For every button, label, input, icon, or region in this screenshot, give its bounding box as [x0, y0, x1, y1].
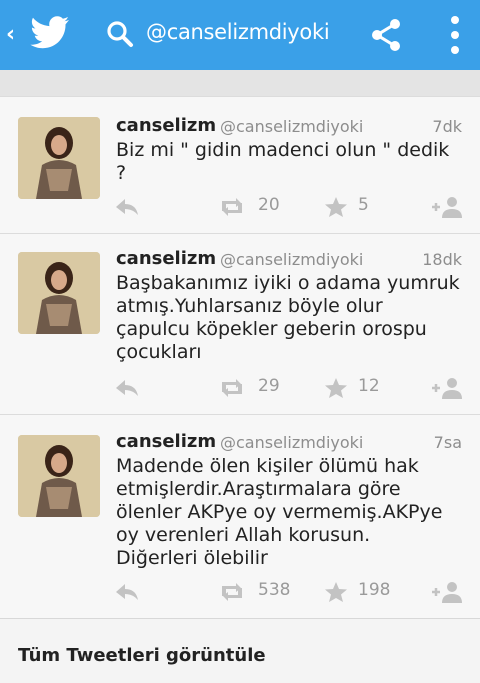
- tweet-text-line: çapulcu köpekler geberin orospu: [116, 318, 427, 340]
- view-all-tweets[interactable]: Tüm Tweetleri görüntüle: [0, 618, 480, 683]
- back-icon[interactable]: ‹: [6, 22, 15, 47]
- tweet-text-line: çocukları: [116, 341, 202, 363]
- tweet-item[interactable]: canselizm @canselizmdiyoki 7sa Madende ö…: [0, 414, 480, 618]
- author-name[interactable]: canselizm: [116, 115, 216, 136]
- tweet-text: Başbakanımız iyiki o adama yumruk atmış.…: [116, 272, 461, 364]
- author-username[interactable]: @canselizmdiyoki: [220, 250, 363, 269]
- more-icon[interactable]: [450, 14, 460, 56]
- avatar-image: [18, 252, 100, 334]
- retweet-count: 29: [258, 376, 280, 396]
- tweet-time: 7sa: [433, 433, 462, 452]
- avatar-image: [18, 435, 100, 517]
- follow-icon[interactable]: [430, 196, 464, 218]
- tweet-actions: 20 5: [0, 193, 480, 221]
- follow-icon[interactable]: [430, 581, 464, 603]
- retweet-icon[interactable]: [218, 582, 246, 602]
- tweet-actions: 538 198: [0, 578, 480, 606]
- tweet-text-line: oy verenleri Allah korusun.: [116, 524, 371, 546]
- tweet-text-line: Madende ölen kişiler ölümü hak: [116, 455, 419, 477]
- author-username[interactable]: @canselizmdiyoki: [220, 433, 363, 452]
- favorite-count: 198: [358, 580, 391, 600]
- tweet-text: Biz mi " gidin madenci olun " dedik ?: [116, 139, 461, 185]
- tweet-time: 18dk: [422, 250, 462, 269]
- top-gap: [0, 70, 480, 98]
- favorite-count: 5: [358, 195, 369, 215]
- tweet-text-line: Diğerleri ölebilir: [116, 547, 268, 569]
- tweet-text: Madende ölen kişiler ölümü hak etmişlerd…: [116, 455, 461, 570]
- tweet-text-line: Biz mi " gidin madenci olun " dedik: [116, 139, 450, 161]
- retweet-count: 20: [258, 195, 280, 215]
- tweet-text-line: atmış.Yuhlarsanız böyle olur: [116, 295, 383, 317]
- reply-icon[interactable]: [114, 378, 140, 398]
- tweet-item[interactable]: canselizm @canselizmdiyoki 7dk Biz mi " …: [0, 96, 480, 233]
- search-icon[interactable]: [106, 20, 134, 48]
- favorite-icon[interactable]: [324, 377, 348, 399]
- author-name[interactable]: canselizm: [116, 431, 216, 452]
- favorite-icon[interactable]: [324, 581, 348, 603]
- tweet-time: 7dk: [432, 117, 462, 136]
- view-all-tweets-label[interactable]: Tüm Tweetleri görüntüle: [18, 645, 266, 666]
- avatar[interactable]: [18, 435, 100, 517]
- author-username[interactable]: @canselizmdiyoki: [220, 117, 363, 136]
- twitter-bird-icon[interactable]: [30, 16, 70, 50]
- retweet-icon[interactable]: [218, 197, 246, 217]
- reply-icon[interactable]: [114, 197, 140, 217]
- share-icon[interactable]: [370, 18, 402, 52]
- favorite-count: 12: [358, 376, 380, 396]
- search-query[interactable]: @canselizmdiyoki: [146, 20, 330, 44]
- tweet-text-line: ?: [116, 162, 127, 184]
- tweet-item[interactable]: canselizm @canselizmdiyoki 18dk Başbakan…: [0, 233, 480, 414]
- follow-icon[interactable]: [430, 377, 464, 399]
- tweet-text-line: Başbakanımız iyiki o adama yumruk: [116, 272, 460, 294]
- reply-icon[interactable]: [114, 582, 140, 602]
- favorite-icon[interactable]: [324, 196, 348, 218]
- tweet-text-line: ölenler AKPye oy vermemiş.AKPye: [116, 501, 443, 523]
- author-name[interactable]: canselizm: [116, 248, 216, 269]
- avatar[interactable]: [18, 252, 100, 334]
- tweet-text-line: etmişlerdir.Araştırmalara göre: [116, 478, 401, 500]
- tweet-list: canselizm @canselizmdiyoki 7dk Biz mi " …: [0, 96, 480, 683]
- avatar-image: [18, 117, 100, 199]
- avatar[interactable]: [18, 117, 100, 199]
- tweet-actions: 29 12: [0, 374, 480, 402]
- retweet-icon[interactable]: [218, 378, 246, 398]
- retweet-count: 538: [258, 580, 291, 600]
- top-app-bar: ‹ @canselizmdiyoki: [0, 0, 480, 70]
